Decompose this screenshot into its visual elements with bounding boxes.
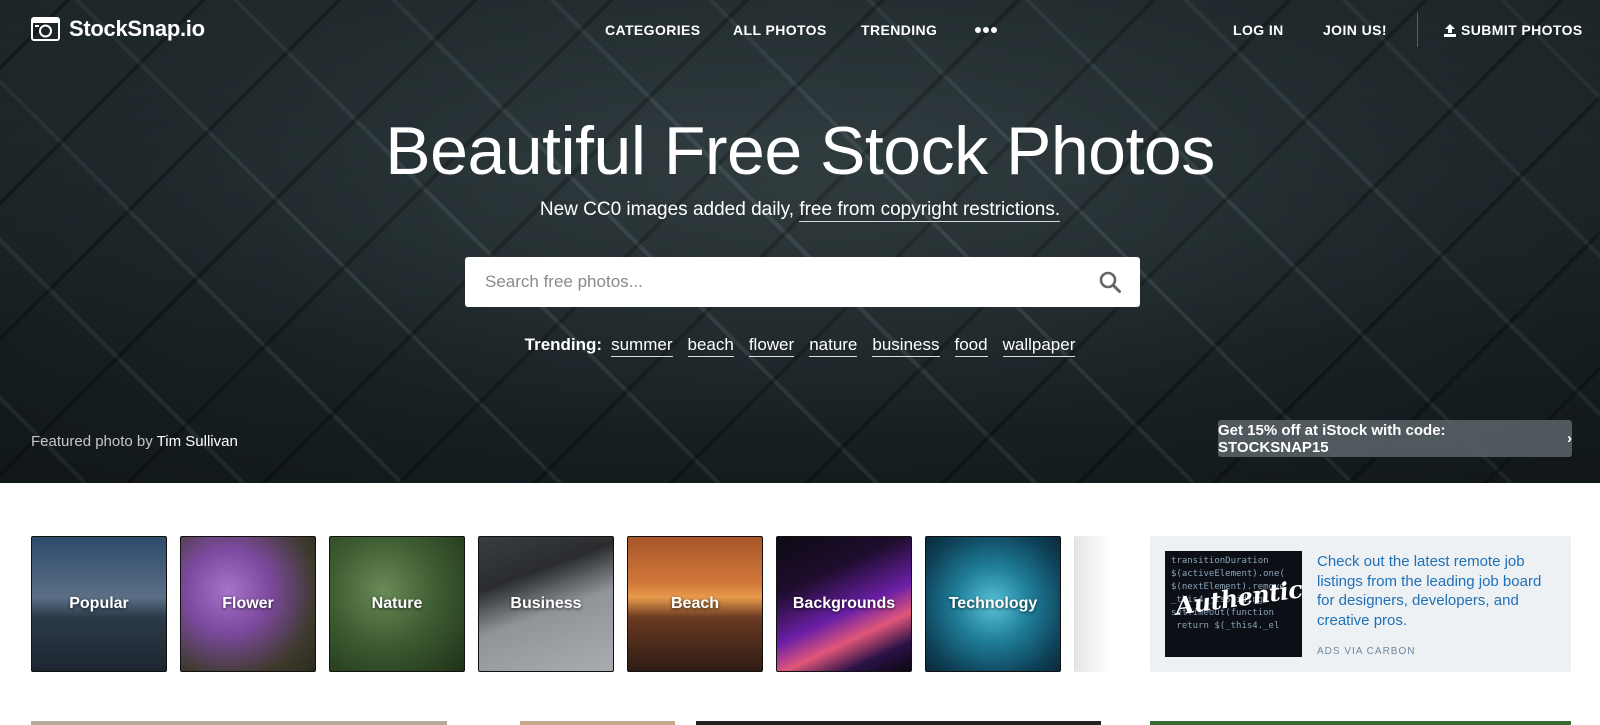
photo-thumbnail[interactable] <box>696 721 1101 725</box>
ads-via-carbon-link[interactable]: ADS VIA CARBON <box>1317 646 1415 657</box>
credit-prefix: Featured photo by <box>31 433 153 450</box>
trending-tag-food[interactable]: food <box>954 335 988 357</box>
subtitle-prefix: New CC0 images added daily, <box>539 199 795 220</box>
category-label: Technology <box>948 595 1038 612</box>
carbon-ad: transitionDuration $(activeElement).one(… <box>1150 536 1571 672</box>
nav-all-photos[interactable]: ALL PHOTOS <box>733 22 827 38</box>
nav-trending[interactable]: TRENDING <box>861 22 937 38</box>
category-tile-popular[interactable]: Popular <box>31 536 167 672</box>
submit-label: SUBMIT PHOTOS <box>1461 22 1583 38</box>
category-row: Popular Flower Nature Business Beach Bac… <box>31 536 1111 672</box>
logo-text: StockSnap.io <box>69 16 205 41</box>
chevron-right-icon: › <box>1567 430 1572 447</box>
ad-text-link[interactable]: Check out the latest remote job listings… <box>1317 552 1557 630</box>
more-dots-icon[interactable] <box>975 22 997 38</box>
category-label: Nature <box>371 595 423 612</box>
hero-banner: StockSnap.io CATEGORIES ALL PHOTOS TREND… <box>0 0 1600 483</box>
trending-tag-beach[interactable]: beach <box>687 335 734 357</box>
copyright-link[interactable]: free from copyright restrictions. <box>799 199 1061 222</box>
category-label: Popular <box>69 595 129 612</box>
photo-thumbnail[interactable] <box>520 721 675 725</box>
category-tile-beach[interactable]: Beach <box>627 536 763 672</box>
istock-promo-button[interactable]: Get 15% off at iStock with code: STOCKSN… <box>1218 420 1572 457</box>
photo-thumbnail[interactable] <box>31 721 447 725</box>
nav-categories[interactable]: CATEGORIES <box>605 22 701 38</box>
hero-overlay <box>0 0 1600 483</box>
trending-tag-summer[interactable]: summer <box>611 335 673 357</box>
promo-text: Get 15% off at iStock with code: STOCKSN… <box>1218 421 1446 456</box>
category-tile-business[interactable]: Business <box>478 536 614 672</box>
category-label: Business <box>510 595 582 612</box>
top-nav: StockSnap.io CATEGORIES ALL PHOTOS TREND… <box>0 0 1600 60</box>
ad-image[interactable]: transitionDuration $(activeElement).one(… <box>1165 551 1302 657</box>
upload-icon <box>1444 23 1456 37</box>
trending-tags: Trending: summer beach flower nature bus… <box>0 335 1600 357</box>
search-icon <box>1099 271 1121 293</box>
camera-icon <box>31 17 60 41</box>
login-link[interactable]: LOG IN <box>1233 22 1284 38</box>
site-logo[interactable]: StockSnap.io <box>31 16 205 42</box>
photo-thumbnail[interactable] <box>1150 721 1571 725</box>
hero-title: Beautiful Free Stock Photos <box>385 113 1215 189</box>
submit-photos-button[interactable]: SUBMIT PHOTOS <box>1444 22 1583 38</box>
category-tile-flower[interactable]: Flower <box>180 536 316 672</box>
search-button[interactable] <box>1080 257 1140 307</box>
search-input[interactable] <box>465 257 1080 307</box>
category-tile-backgrounds[interactable]: Backgrounds <box>776 536 912 672</box>
category-fade <box>1075 536 1111 672</box>
credit-author-link[interactable]: Tim Sullivan <box>157 433 238 450</box>
category-tile-technology[interactable]: Technology <box>925 536 1061 672</box>
search-bar <box>465 257 1140 307</box>
category-label: Flower <box>222 595 274 612</box>
trending-label: Trending: <box>524 335 603 354</box>
hero-subtitle: New CC0 images added daily, free from co… <box>0 199 1600 222</box>
category-label: Beach <box>670 595 720 612</box>
category-label: Backgrounds <box>792 595 896 612</box>
nav-divider <box>1417 13 1418 47</box>
trending-tag-nature[interactable]: nature <box>809 335 858 357</box>
photo-credit: Featured photo by Tim Sullivan <box>31 433 238 450</box>
trending-tag-wallpaper[interactable]: wallpaper <box>1002 335 1076 357</box>
join-link[interactable]: JOIN US! <box>1323 22 1387 38</box>
trending-tag-flower[interactable]: flower <box>748 335 795 357</box>
category-tile-nature[interactable]: Nature <box>329 536 465 672</box>
trending-tag-business[interactable]: business <box>872 335 940 357</box>
